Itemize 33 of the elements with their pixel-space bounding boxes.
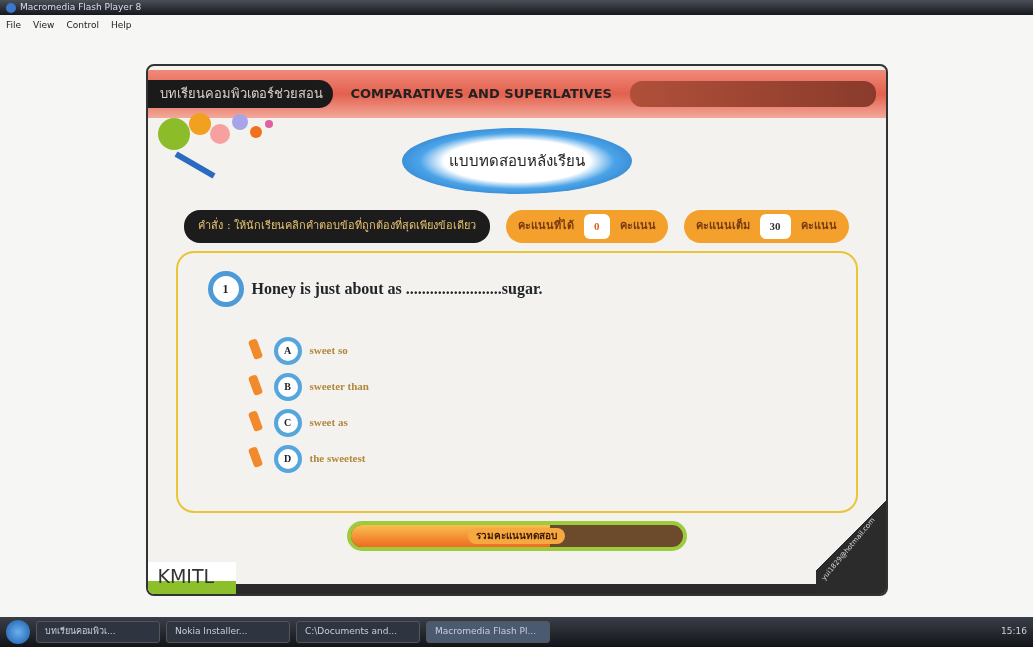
window-title: Macromedia Flash Player 8 (20, 0, 142, 14)
answer-option[interactable]: D (273, 444, 302, 473)
taskbar-item[interactable]: Nokia Installer... (166, 621, 290, 643)
pencil-icon (247, 373, 263, 396)
score-label: คะแนนเต็ม (695, 218, 750, 234)
pencil-icon (247, 409, 263, 432)
answer-option[interactable]: B (273, 372, 302, 401)
lesson-title: COMPARATIVES AND SUPERLATIVES (350, 85, 612, 104)
instruction-text: คำสั่ง : ให้นักเรียนคลิกคำตอบข้อที่ถูกต้องที่สุดเพียงข้อเดียว (184, 210, 491, 243)
score-unit: คะแนน (619, 218, 656, 234)
start-button[interactable] (6, 620, 30, 644)
course-label: บทเรียนคอมพิวเตอร์ช่วยสอน (147, 80, 333, 108)
clock-text: 15:16 (1001, 625, 1027, 639)
section-title: แบบทดสอบหลังเรียน (401, 128, 632, 194)
taskbar-item[interactable]: บทเรียนคอมพิวเ... (36, 621, 160, 643)
answer-option[interactable]: A (273, 336, 302, 365)
question-number: 1 (207, 270, 244, 307)
menu-item[interactable]: Help (110, 19, 132, 33)
pencil-icon (247, 445, 263, 468)
answer-option[interactable]: C (273, 408, 302, 437)
menu-item[interactable]: View (33, 19, 55, 33)
taskbar-item[interactable]: Macromedia Flash Pl... (426, 621, 550, 643)
menu-item[interactable]: File (6, 19, 22, 33)
taskbar-item[interactable]: C:\Documents and... (296, 621, 420, 643)
score-unit: คะแนน (800, 218, 837, 234)
score-label: คะแนนที่ได้ (518, 218, 575, 234)
app-icon (6, 2, 16, 13)
question-text: Honey is just about as ........................sugar. (251, 278, 543, 300)
menu-item[interactable]: Control (66, 19, 99, 33)
pencil-icon (247, 337, 263, 360)
score-value: 0 (584, 214, 610, 239)
logo-text: KMITL (147, 561, 237, 594)
score-value: 30 (759, 214, 791, 239)
